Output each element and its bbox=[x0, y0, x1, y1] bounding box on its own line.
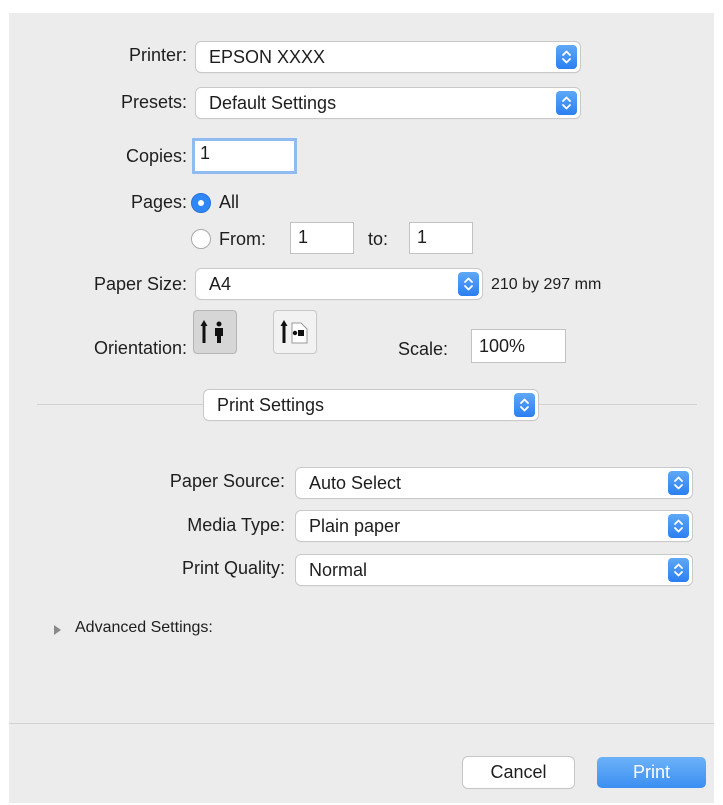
scale-field[interactable]: 100% bbox=[471, 329, 566, 363]
printer-value: EPSON XXXX bbox=[209, 47, 326, 67]
paper-source-label: Paper Source: bbox=[169, 471, 285, 491]
copies-field[interactable]: 1 bbox=[192, 138, 297, 174]
scale-label: Scale: bbox=[398, 339, 449, 359]
paper-source-popup[interactable]: Auto Select bbox=[296, 468, 692, 498]
print-quality-label: Print Quality: bbox=[181, 558, 285, 578]
presets-value: Default Settings bbox=[209, 93, 337, 113]
chevron-updown-icon bbox=[458, 272, 479, 296]
orientation-label: Orientation: bbox=[93, 338, 187, 358]
chevron-updown-icon bbox=[556, 91, 577, 115]
print-quality-popup[interactable]: Normal bbox=[296, 555, 692, 585]
chevron-updown-icon bbox=[668, 558, 689, 582]
presets-popup[interactable]: Default Settings bbox=[196, 88, 580, 118]
printer-label: Printer: bbox=[128, 45, 187, 65]
chevron-updown-icon bbox=[668, 514, 689, 538]
paper-source-value: Auto Select bbox=[309, 473, 402, 493]
printer-popup[interactable]: EPSON XXXX bbox=[196, 42, 580, 72]
pages-all-radio[interactable] bbox=[191, 193, 211, 213]
disclosure-triangle-icon bbox=[54, 625, 61, 635]
bottom-separator bbox=[9, 723, 714, 724]
section-popup[interactable]: Print Settings bbox=[204, 390, 538, 420]
paper-size-label: Paper Size: bbox=[93, 274, 187, 294]
landscape-icon bbox=[280, 320, 308, 344]
chevron-updown-icon bbox=[514, 393, 535, 417]
orientation-portrait-button[interactable] bbox=[193, 310, 237, 354]
chevron-updown-icon bbox=[556, 45, 577, 69]
cancel-button[interactable]: Cancel bbox=[463, 757, 574, 788]
portrait-icon bbox=[200, 320, 223, 343]
copies-label: Copies: bbox=[125, 146, 187, 166]
media-type-value: Plain paper bbox=[309, 516, 401, 536]
print-dialog: Printer: EPSON XXXX Presets: Default Set… bbox=[9, 13, 714, 803]
pages-all-label: All bbox=[219, 192, 240, 212]
paper-size-value: A4 bbox=[209, 274, 232, 294]
pages-label: Pages: bbox=[130, 192, 187, 212]
presets-label: Presets: bbox=[120, 92, 187, 112]
pages-to-label: to: bbox=[368, 229, 389, 249]
print-quality-value: Normal bbox=[309, 560, 368, 580]
advanced-settings-label: Advanced Settings: bbox=[75, 619, 213, 636]
pages-from-radio[interactable] bbox=[191, 229, 211, 249]
media-type-popup[interactable]: Plain paper bbox=[296, 511, 692, 541]
pages-from-field[interactable]: 1 bbox=[290, 222, 354, 254]
pages-from-label: From: bbox=[219, 229, 266, 249]
paper-size-popup[interactable]: A4 bbox=[196, 269, 482, 299]
pages-to-field[interactable]: 1 bbox=[409, 222, 473, 254]
section-popup-value: Print Settings bbox=[217, 395, 325, 415]
media-type-label: Media Type: bbox=[187, 515, 285, 535]
chevron-updown-icon bbox=[668, 471, 689, 495]
orientation-landscape-button[interactable] bbox=[273, 310, 317, 354]
print-button[interactable]: Print bbox=[597, 757, 706, 788]
paper-size-dimensions: 210 by 297 mm bbox=[491, 276, 602, 293]
